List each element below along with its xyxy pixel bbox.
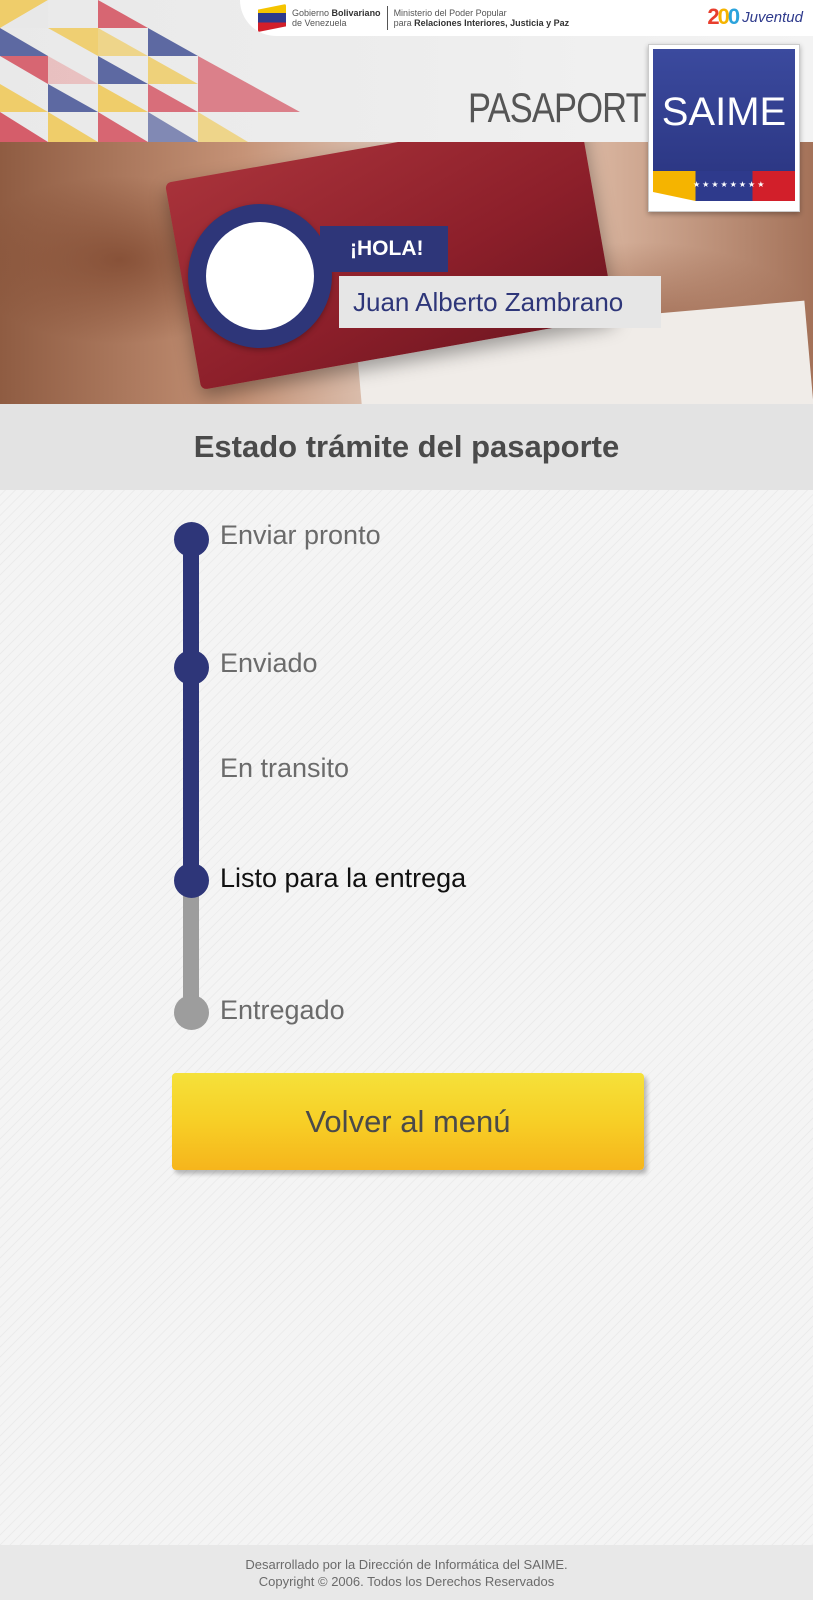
ministry-label: Ministerio del Poder Popular para Relaci… (393, 8, 570, 28)
juventud-word: Juventud (742, 8, 803, 26)
juventud-number: 200 (707, 4, 740, 29)
timeline-dot-enviar-pronto (174, 522, 209, 557)
user-name: Juan Alberto Zambrano (339, 276, 661, 328)
avatar-frame (188, 204, 332, 348)
saime-logo: SAIME ★★★★★★★★ (648, 44, 800, 212)
stars-icon: ★★★★★★★★ (693, 180, 767, 189)
page-title: Estado trámite del pasaporte (193, 429, 620, 464)
footer: Desarrollado por la Dirección de Informá… (0, 1545, 813, 1600)
government-label: Gobierno Bolivariano de Venezuela (292, 8, 381, 28)
timeline-step-enviar-pronto: Enviar pronto (220, 520, 381, 550)
status-header: Estado trámite del pasaporte (0, 404, 813, 490)
status-timeline: Enviar pronto Enviado En transito Listo … (0, 490, 813, 1050)
timeline-step-en-transito: En transito (220, 753, 350, 783)
section-title: PASAPORTE (468, 84, 669, 131)
footer-credits: Desarrollado por la Dirección de Informá… (245, 1556, 568, 1572)
timeline-step-enviado: Enviado (220, 648, 318, 678)
avatar (206, 222, 314, 330)
footer-copyright: Copyright © 2006. Todos los Derechos Res… (258, 1573, 555, 1589)
header-separator (386, 6, 388, 30)
timeline-step-listo: Listo para la entrega (220, 863, 467, 893)
timeline-dot-entregado (174, 995, 209, 1030)
back-to-menu-button[interactable]: Volver al menú (172, 1073, 644, 1170)
venezuela-flag-icon (258, 4, 286, 32)
timeline-step-entregado: Entregado (220, 995, 345, 1025)
timeline-dot-enviado (174, 650, 209, 685)
saime-brand-text: SAIME (661, 89, 787, 134)
juventud-logo: 200 Juventud (707, 4, 803, 30)
hero-banner: Gobierno Bolivariano de Venezuela Minist… (0, 0, 813, 404)
timeline-dot-listo (174, 863, 209, 898)
greeting-tag: ¡HOLA! (320, 226, 448, 272)
